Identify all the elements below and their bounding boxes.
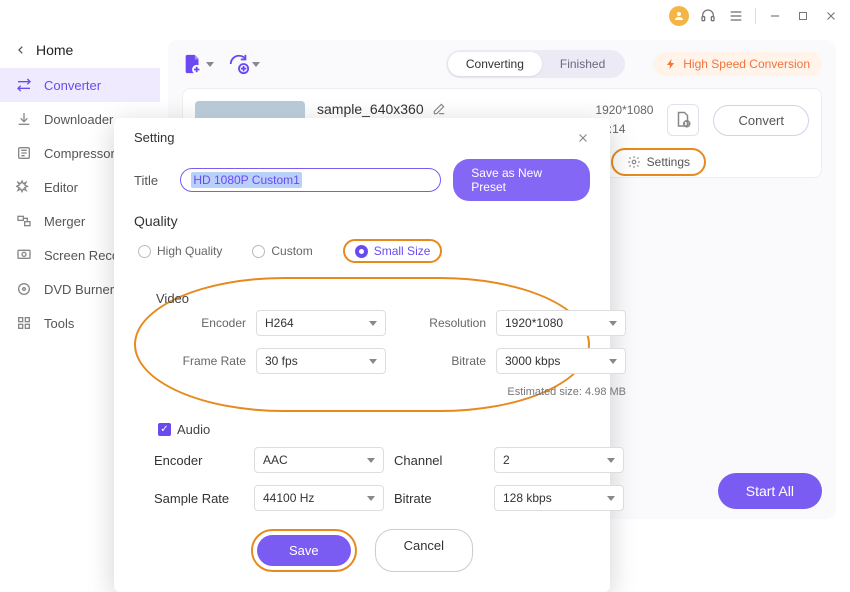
audio-bitrate-label: Bitrate xyxy=(394,491,484,506)
audio-samplerate-label: Sample Rate xyxy=(154,491,244,506)
editor-icon xyxy=(16,179,32,195)
title-input[interactable]: HD 1080P Custom1 xyxy=(180,168,441,192)
minimize-icon[interactable] xyxy=(766,7,784,25)
titlebar xyxy=(0,0,850,32)
chevron-down-icon xyxy=(369,321,377,326)
sidebar-item-label: Compressor xyxy=(44,146,115,161)
save-button[interactable]: Save xyxy=(257,535,351,566)
file-add-icon xyxy=(182,53,204,75)
video-encoder-label: Encoder xyxy=(156,316,246,330)
modal-title: Setting xyxy=(134,130,174,145)
start-all-button[interactable]: Start All xyxy=(718,473,822,509)
sidebar-item-converter[interactable]: Converter xyxy=(0,68,160,102)
breadcrumb[interactable]: Home xyxy=(0,38,160,68)
audio-checkbox[interactable]: ✓ xyxy=(158,423,171,436)
separator xyxy=(755,8,756,24)
menu-icon[interactable] xyxy=(727,7,745,25)
estimated-size: Estimated size: 4.98 MB xyxy=(396,386,626,398)
chevron-down-icon xyxy=(607,496,615,501)
quality-options: High Quality Custom Small Size xyxy=(134,239,590,263)
quality-small[interactable]: Small Size xyxy=(355,244,431,258)
chevron-down-icon xyxy=(367,496,375,501)
sidebar-item-label: Editor xyxy=(44,180,78,195)
merger-icon xyxy=(16,213,32,229)
cancel-button[interactable]: Cancel xyxy=(375,529,473,572)
sidebar-item-label: Downloader xyxy=(44,112,113,127)
sidebar-item-label: Merger xyxy=(44,214,85,229)
audio-group: Encoder AAC Channel 2 Sample Rate 44100 … xyxy=(134,447,590,511)
chevron-down-icon xyxy=(252,62,260,67)
sidebar-item-label: Converter xyxy=(44,78,101,93)
close-icon[interactable] xyxy=(822,7,840,25)
video-framerate-select[interactable]: 30 fps xyxy=(256,348,386,374)
title-label: Title xyxy=(134,173,180,188)
file-gear-icon xyxy=(674,111,692,129)
chevron-left-icon xyxy=(16,43,26,57)
audio-bitrate-select[interactable]: 128 kbps xyxy=(494,485,624,511)
convert-button[interactable]: Convert xyxy=(713,105,809,136)
chevron-down-icon xyxy=(609,359,617,364)
output-settings-button[interactable] xyxy=(667,104,699,136)
video-encoder-select[interactable]: H264 xyxy=(256,310,386,336)
chevron-down-icon xyxy=(369,359,377,364)
chevron-down-icon xyxy=(367,458,375,463)
save-preset-button[interactable]: Save as New Preset xyxy=(453,159,590,201)
close-button[interactable] xyxy=(576,131,590,145)
audio-encoder-select[interactable]: AAC xyxy=(254,447,384,473)
settings-button[interactable]: Settings xyxy=(611,148,706,176)
video-group: Video Encoder H264 Resolution 1920*1080 … xyxy=(134,277,590,412)
sidebar-item-label: Tools xyxy=(44,316,74,331)
tabs: Converting Finished xyxy=(446,50,625,78)
video-bitrate-label: Bitrate xyxy=(396,354,486,368)
quality-heading: Quality xyxy=(134,213,590,229)
audio-channel-label: Channel xyxy=(394,453,484,468)
file-name: sample_640x360 xyxy=(317,101,424,117)
video-framerate-label: Frame Rate xyxy=(156,354,246,368)
video-resolution-select[interactable]: 1920*1080 xyxy=(496,310,626,336)
avatar[interactable] xyxy=(669,6,689,26)
quality-high[interactable]: High Quality xyxy=(138,244,222,258)
recorder-icon xyxy=(16,247,32,263)
lightning-icon xyxy=(665,58,677,70)
audio-heading: ✓ Audio xyxy=(158,422,590,437)
chevron-down-icon xyxy=(206,62,214,67)
tools-icon xyxy=(16,315,32,331)
add-url-button[interactable] xyxy=(228,53,260,75)
dvd-icon xyxy=(16,281,32,297)
compressor-icon xyxy=(16,145,32,161)
converter-icon xyxy=(16,77,32,93)
breadcrumb-label: Home xyxy=(36,42,73,58)
edit-icon[interactable] xyxy=(432,102,446,116)
tab-finished[interactable]: Finished xyxy=(542,52,623,76)
settings-modal: Setting Title HD 1080P Custom1 Save as N… xyxy=(114,118,610,592)
tab-converting[interactable]: Converting xyxy=(448,52,542,76)
audio-encoder-label: Encoder xyxy=(154,453,244,468)
headset-icon[interactable] xyxy=(699,7,717,25)
maximize-icon[interactable] xyxy=(794,7,812,25)
high-speed-badge[interactable]: High Speed Conversion xyxy=(653,52,822,76)
download-icon xyxy=(16,111,32,127)
refresh-add-icon xyxy=(228,53,250,75)
gear-icon xyxy=(627,155,641,169)
video-bitrate-select[interactable]: 3000 kbps xyxy=(496,348,626,374)
audio-channel-select[interactable]: 2 xyxy=(494,447,624,473)
chevron-down-icon xyxy=(607,458,615,463)
quality-custom[interactable]: Custom xyxy=(252,244,312,258)
chevron-down-icon xyxy=(609,321,617,326)
close-icon xyxy=(576,131,590,145)
video-heading: Video xyxy=(156,291,568,306)
add-file-button[interactable] xyxy=(182,53,214,75)
sidebar-item-label: DVD Burner xyxy=(44,282,114,297)
video-resolution-label: Resolution xyxy=(396,316,486,330)
audio-samplerate-select[interactable]: 44100 Hz xyxy=(254,485,384,511)
toolbar: Converting Finished High Speed Conversio… xyxy=(182,50,822,78)
